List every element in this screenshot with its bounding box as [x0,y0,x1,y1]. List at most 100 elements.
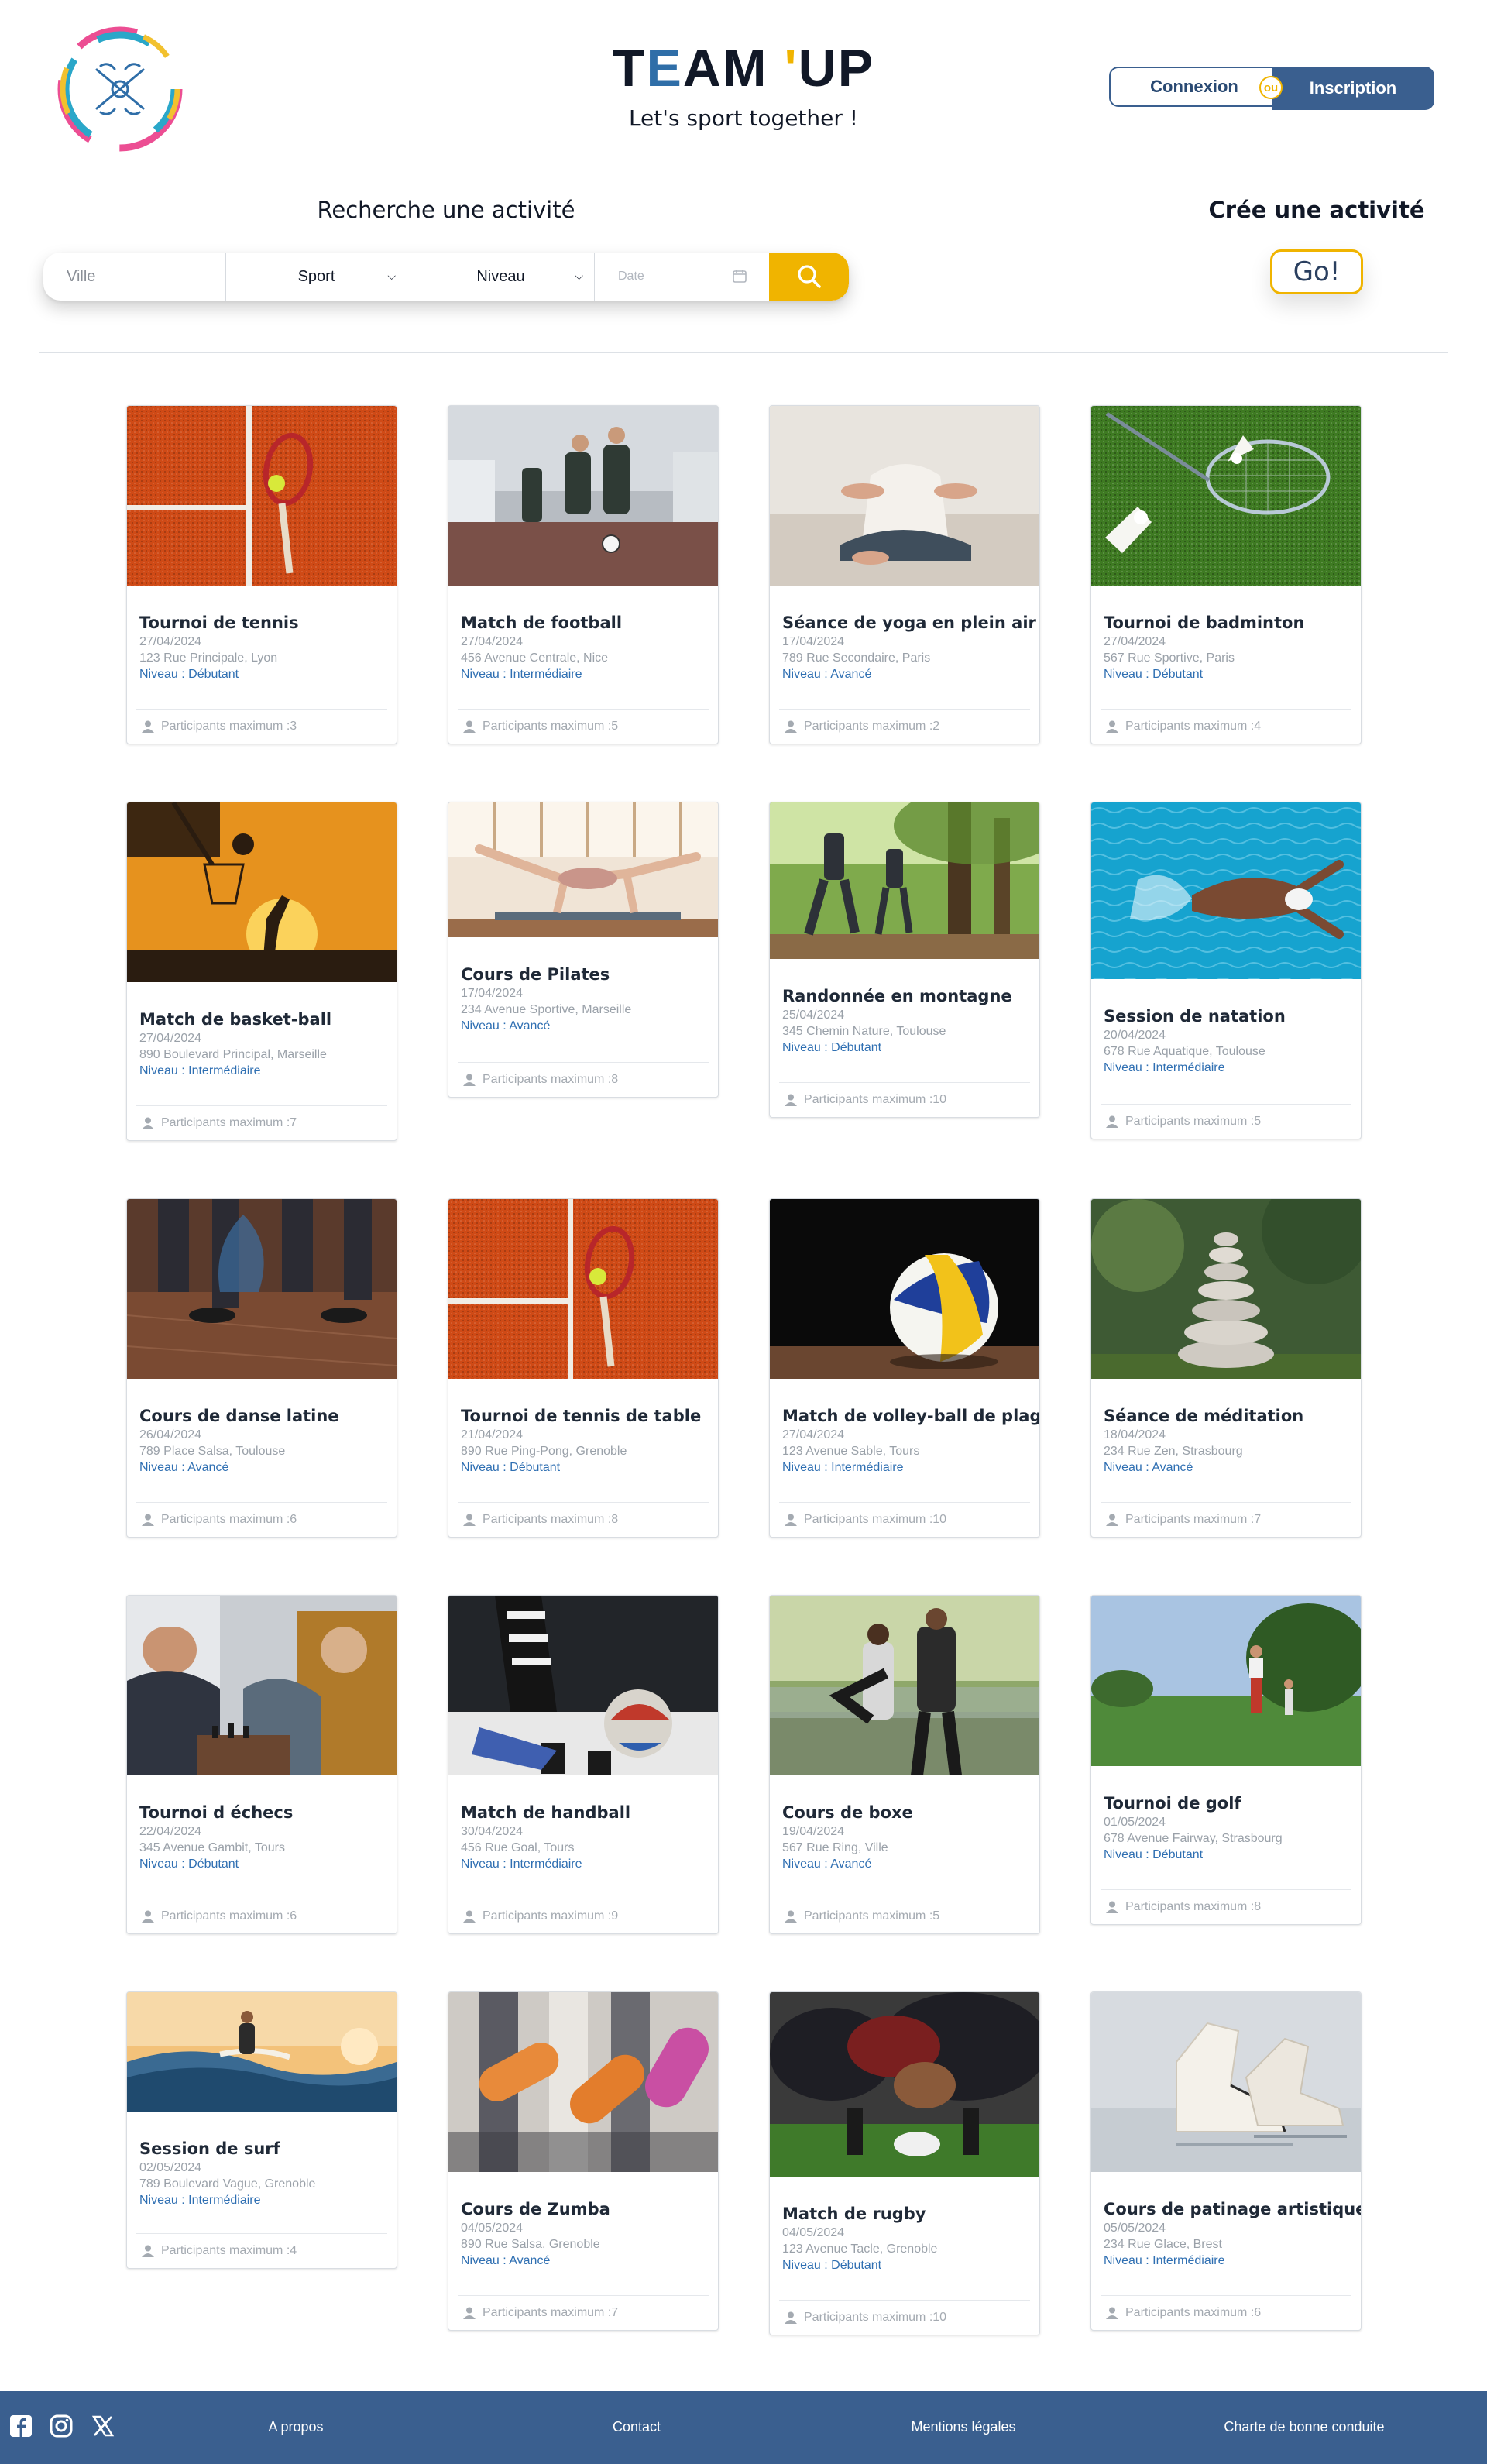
participants-label: Participants maximum : [1125,1513,1255,1526]
activity-level: Niveau : Intermédiaire [1104,1061,1348,1075]
activity-card[interactable]: Tournoi de tennis de table 21/04/2024 890 … [448,1198,719,1538]
activity-image [127,802,397,982]
activity-card[interactable]: Tournoi d échecs 22/04/2024 345 Avenue Gam… [126,1595,397,1934]
activity-level: Niveau : Intermédiaire [461,668,706,682]
activity-address: 789 Place Salsa, Toulouse [139,1445,286,1458]
date-input[interactable]: Date [595,253,769,301]
activity-level: Niveau : Débutant [1104,668,1348,682]
user-icon [463,1910,476,1923]
sport-select[interactable]: Sport ⌵ [226,253,407,301]
activity-card[interactable]: Cours de patinage artistique 05/05/2024 23… [1090,1991,1362,2331]
activity-card-body: Cours de Pilates 17/04/2024 234 Avenue Spo… [448,965,718,1033]
activity-date: 22/04/2024 [139,1825,202,1838]
participants-label: Participants maximum : [804,1513,933,1526]
activity-card[interactable]: Cours de danse latine 26/04/2024 789 Place… [126,1198,397,1538]
participants-label: Participants maximum : [804,1093,933,1106]
activity-card-body: Session de surf 02/05/2024 789 Boulevard V… [127,2139,397,2208]
activity-card[interactable]: Cours de boxe 19/04/2024 567 Rue Ring, Vil… [769,1595,1040,1934]
participants-label: Participants maximum : [483,1513,612,1526]
participants-max: 2 [932,720,940,733]
activity-level: Niveau : Intermédiaire [1104,2254,1348,2268]
activity-image [1091,1199,1361,1379]
login-button[interactable]: Connexion [1109,67,1279,107]
instagram-icon[interactable] [50,2414,73,2442]
activity-card[interactable]: Match de handball 30/04/2024 456 Rue Goal,… [448,1595,719,1934]
participants-label: Participants maximum : [483,1909,612,1923]
participants-row: Participants maximum :5 [458,709,709,744]
level-prefix: Niveau : [139,2194,189,2207]
activity-card[interactable]: Séance de méditation 18/04/2024 234 Rue Ze… [1090,1198,1362,1538]
participants-label: Participants maximum : [161,1116,290,1129]
create-go-button[interactable]: Go! [1270,249,1363,294]
level-value: Débutant [188,668,239,681]
activity-card[interactable]: Tournoi de badminton 27/04/2024 567 Rue Sp… [1090,405,1362,744]
activity-card-body: Tournoi de golf 01/05/2024 678 Avenue Fair… [1091,1794,1361,1862]
activity-address: 890 Rue Salsa, Grenoble [461,2238,600,2251]
signup-button[interactable]: Inscription [1272,67,1434,110]
facebook-icon[interactable] [9,2414,33,2442]
activity-card[interactable]: Match de rugby 04/05/2024 123 Avenue Tacle… [769,1991,1040,2335]
level-prefix: Niveau : [1104,668,1153,681]
participants-max: 7 [611,2306,619,2319]
activity-date: 27/04/2024 [1104,635,1166,648]
footer-link-legal[interactable]: Mentions légales [911,2419,1015,2435]
activity-level: Niveau : Débutant [139,668,384,682]
activity-title: Match de basket-ball [139,1010,332,1029]
activity-card[interactable]: Session de natation 20/04/2024 678 Rue Aqu… [1090,802,1362,1139]
activity-card[interactable]: Match de football 27/04/2024 456 Avenue Ce… [448,405,719,744]
activity-address: 345 Avenue Gambit, Tours [139,1841,285,1854]
activity-date: 27/04/2024 [782,1428,845,1442]
activity-card[interactable]: Tournoi de golf 01/05/2024 678 Avenue Fair… [1090,1595,1362,1925]
activity-card-body: Séance de yoga en plein air 17/04/2024 789… [770,613,1039,682]
activity-card[interactable]: Séance de yoga en plein air 17/04/2024 789… [769,405,1040,744]
activity-address: 234 Rue Zen, Strasbourg [1104,1445,1243,1458]
level-value: Intermédiaire [510,1857,582,1871]
calendar-icon[interactable] [732,268,747,287]
activity-card-body: Match de volley-ball de plage 27/04/2024 1… [770,1407,1039,1475]
brand-title-t: T [612,39,647,98]
activity-date: 26/04/2024 [139,1428,202,1442]
activity-card[interactable]: Cours de Zumba 04/05/2024 890 Rue Salsa, G… [448,1991,719,2331]
activity-image [1091,802,1361,979]
participants-max: 8 [611,1073,619,1086]
activity-level: Niveau : Avancé [782,668,1027,682]
activity-card[interactable]: Cours de Pilates 17/04/2024 234 Avenue Spo… [448,802,719,1098]
activity-image [770,1596,1039,1775]
participants-label: Participants maximum : [1125,1115,1255,1128]
participants-label: Participants maximum : [804,720,933,733]
activity-image [448,1199,718,1379]
activity-date: 20/04/2024 [1104,1029,1166,1042]
activity-card-body: Match de football 27/04/2024 456 Avenue Ce… [448,613,718,682]
activity-address: 123 Avenue Tacle, Grenoble [782,2242,938,2256]
search-button[interactable] [769,253,849,301]
level-prefix: Niveau : [782,2259,832,2272]
footer-link-contact[interactable]: Contact [613,2419,661,2435]
city-input[interactable]: Ville [43,253,226,301]
level-prefix: Niveau : [1104,1461,1152,1474]
participants-row: Participants maximum :3 [136,709,387,744]
activity-title: Cours de boxe [782,1803,913,1822]
footer-link-about[interactable]: A propos [268,2419,323,2435]
activity-card[interactable]: Match de volley-ball de plage 27/04/2024 1… [769,1198,1040,1538]
activity-address: 123 Avenue Sable, Tours [782,1445,920,1458]
user-icon [785,1910,797,1923]
activity-level: Niveau : Débutant [139,1857,384,1871]
activity-card-body: Tournoi de tennis de table 21/04/2024 890 … [448,1407,718,1475]
activity-level: Niveau : Avancé [1104,1461,1348,1475]
activity-image [448,1992,718,2172]
level-prefix: Niveau : [461,1461,510,1474]
activity-card[interactable]: Session de surf 02/05/2024 789 Boulevard V… [126,1991,397,2269]
activity-title: Match de handball [461,1803,631,1822]
level-prefix: Niveau : [461,668,510,681]
activity-card[interactable]: Randonnée en montagne 25/04/2024 345 Chemi… [769,802,1040,1118]
participants-max: 9 [611,1909,619,1923]
user-icon [463,2307,476,2319]
participants-max: 6 [1254,2306,1262,2319]
level-select[interactable]: Niveau ⌵ [407,253,595,301]
activity-card[interactable]: Tournoi de tennis 27/04/2024 123 Rue Princ… [126,405,397,744]
activity-card-body: Tournoi de badminton 27/04/2024 567 Rue Sp… [1091,613,1361,682]
user-icon [785,1514,797,1526]
x-icon[interactable] [91,2414,115,2442]
activity-card[interactable]: Match de basket-ball 27/04/2024 890 Boulev… [126,802,397,1141]
footer-link-charter[interactable]: Charte de bonne conduite [1224,2419,1384,2435]
